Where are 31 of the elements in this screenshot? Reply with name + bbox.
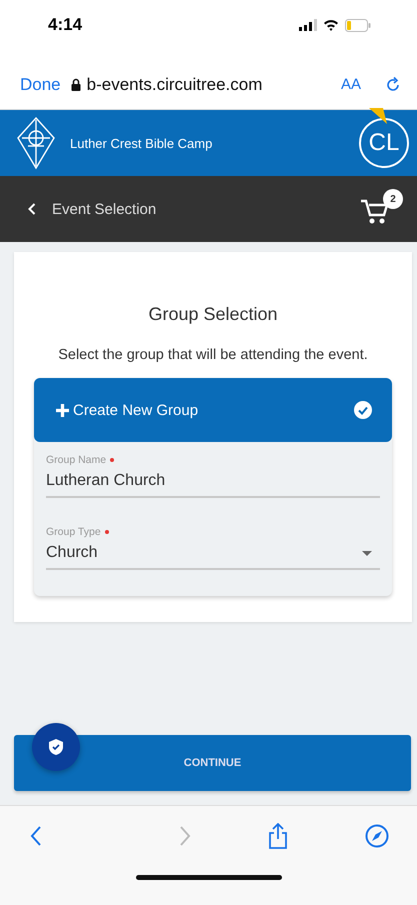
compass-icon[interactable] — [365, 824, 389, 848]
cart-icon[interactable] — [361, 199, 389, 225]
card-description: Select the group that will be attending the event. — [57, 346, 369, 365]
continue-button[interactable]: CONTINUE — [14, 735, 411, 791]
cart-count-badge: 2 — [383, 189, 403, 209]
create-group-option[interactable]: Create New Group — [34, 378, 392, 442]
plus-icon — [56, 404, 69, 416]
reload-icon[interactable] — [385, 76, 401, 94]
back-link[interactable]: Event Selection — [28, 200, 156, 218]
camp-name: Luther Crest Bible Camp — [70, 136, 214, 150]
group-name-field[interactable]: Lutheran Church — [46, 472, 380, 490]
field-label: Group Name — [46, 454, 106, 466]
card-title: Group Selection — [148, 304, 278, 325]
cross-logo-icon — [16, 116, 56, 170]
url-field[interactable]: b-events.circuitree.com — [70, 74, 331, 94]
status-time: 4:14 — [48, 15, 82, 35]
group-type-dropdown[interactable]: Church — [46, 544, 380, 562]
field-label: Group Type — [46, 526, 101, 538]
signal-icon — [299, 19, 317, 31]
ribbon-icon — [369, 108, 387, 124]
wifi-icon — [323, 19, 339, 31]
lock-icon — [70, 78, 81, 91]
share-icon[interactable] — [268, 822, 288, 848]
check-circle-icon — [354, 401, 372, 419]
dropdown-caret-icon — [362, 550, 372, 556]
battery-icon — [345, 18, 371, 32]
text-size-button[interactable]: AA — [340, 76, 361, 93]
shield-check-icon — [49, 739, 63, 755]
shield-button[interactable] — [32, 723, 80, 771]
done-link[interactable]: Done — [20, 74, 61, 94]
chevron-left-icon — [28, 203, 36, 215]
